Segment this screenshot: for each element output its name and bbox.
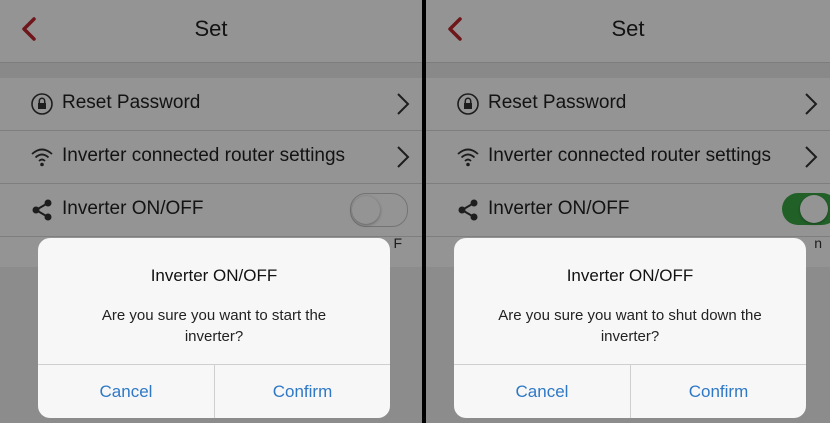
dialog-message: Are you sure you want to shut down the i… <box>498 307 762 345</box>
cancel-button[interactable]: Cancel <box>38 365 214 418</box>
cancel-button[interactable]: Cancel <box>454 365 630 418</box>
left-screen: Set Reset Password Inverter connected ro… <box>0 0 422 423</box>
confirm-dialog: Inverter ON/OFF Are you sure you want to… <box>454 238 806 418</box>
confirm-button[interactable]: Confirm <box>215 365 390 418</box>
dialog-message: Are you sure you want to start the inver… <box>101 307 327 345</box>
right-screen: Set Reset Password Inverter connected ro… <box>426 0 830 423</box>
app-comparison: Set Reset Password Inverter connected ro… <box>0 0 830 423</box>
dialog-title: Inverter ON/OFF <box>150 266 278 285</box>
confirm-dialog: Inverter ON/OFF Are you sure you want to… <box>38 238 390 418</box>
dialog-title: Inverter ON/OFF <box>566 266 694 285</box>
confirm-button[interactable]: Confirm <box>631 365 806 418</box>
